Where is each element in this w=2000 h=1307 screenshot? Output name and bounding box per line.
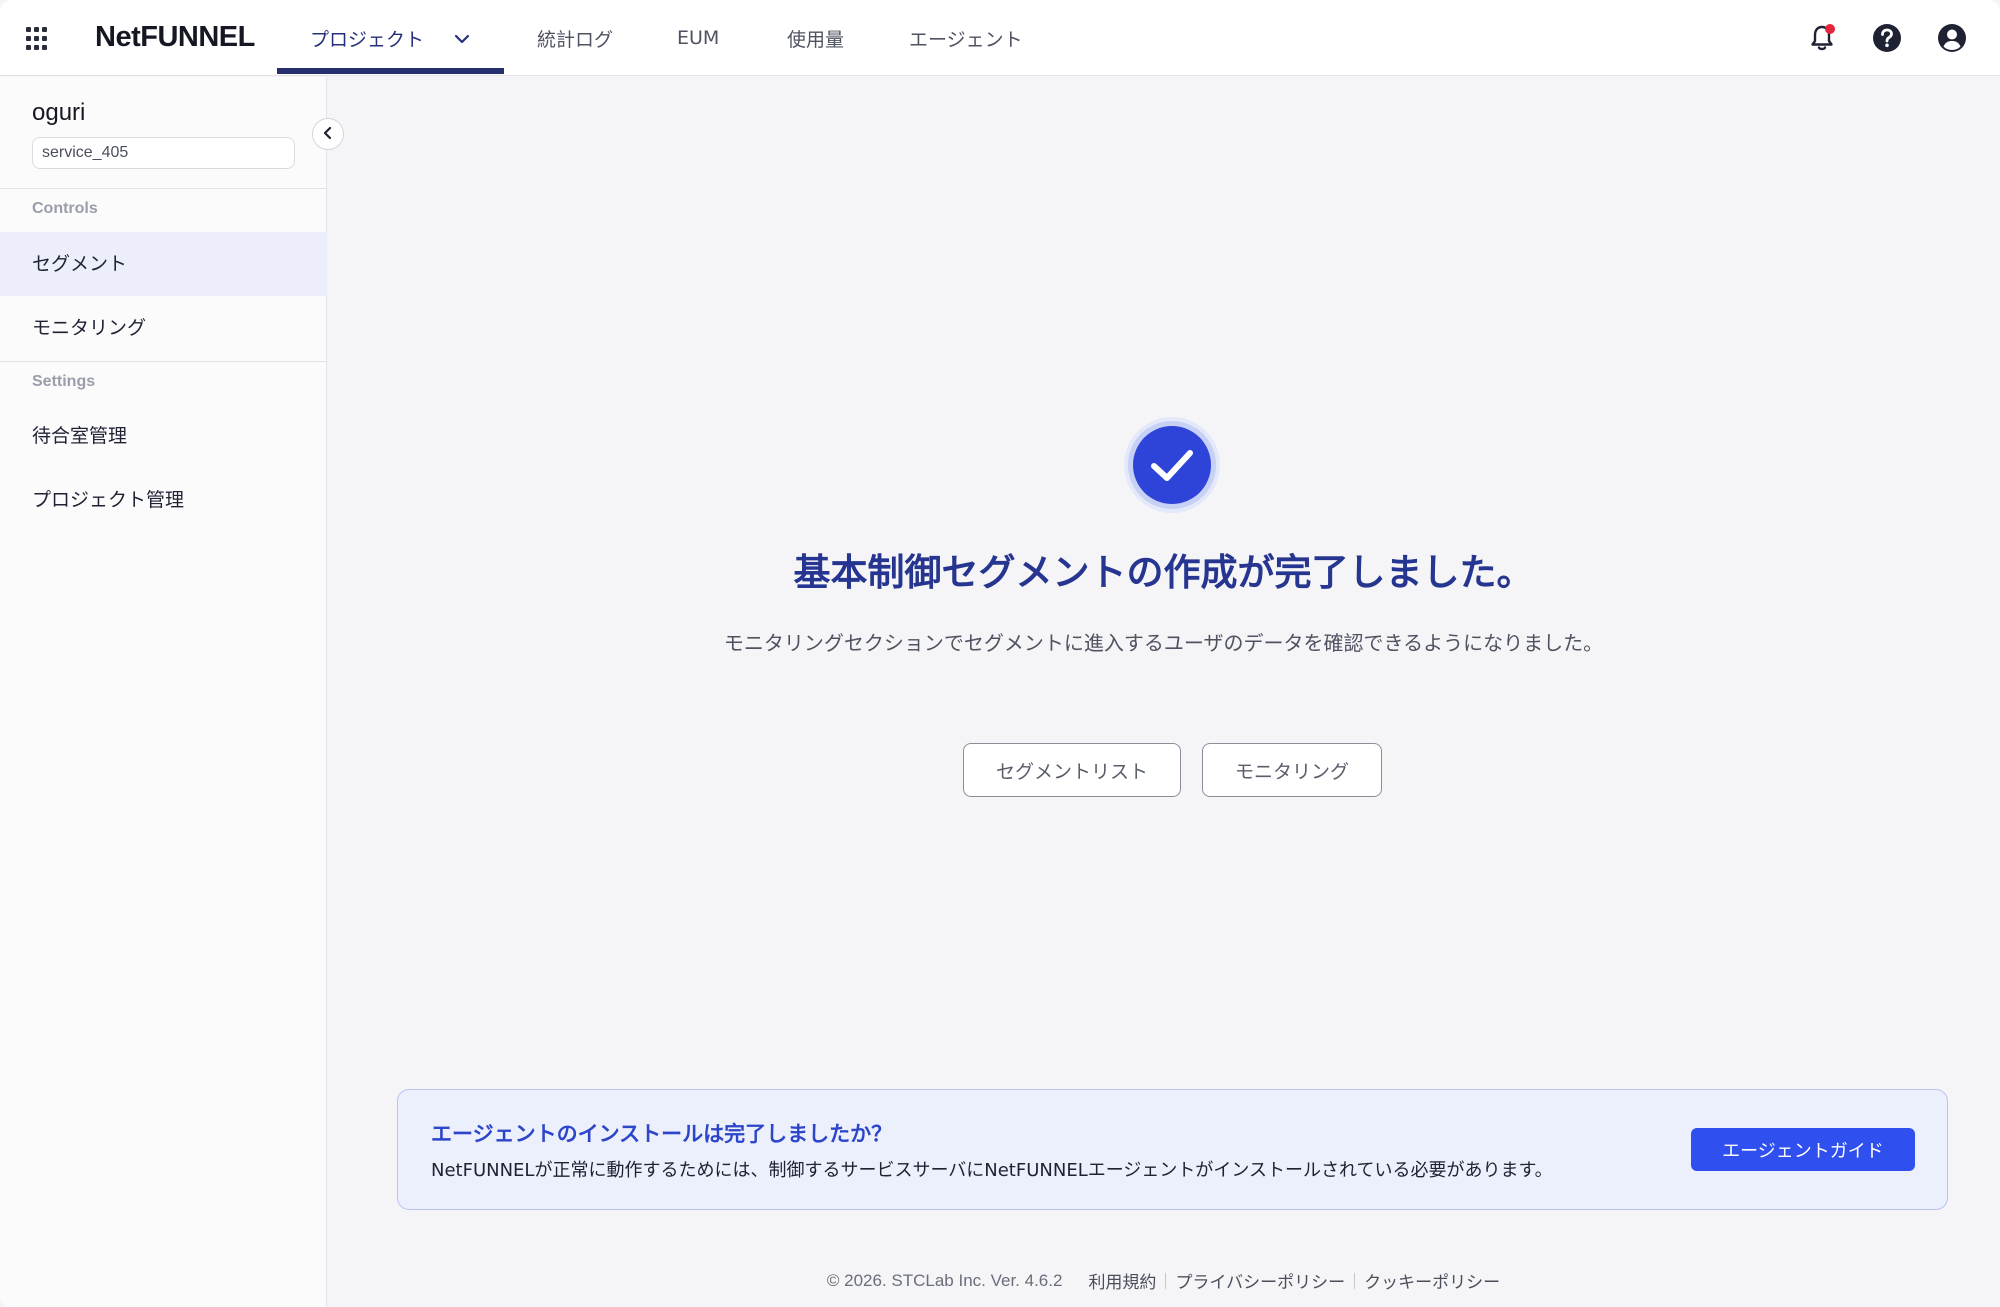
account-icon[interactable] (1936, 22, 1968, 54)
tab-agent[interactable]: エージェント (909, 0, 1023, 76)
sidebar-item-label: プロジェクト管理 (32, 489, 185, 511)
sidebar-item-segment[interactable]: セグメント (0, 232, 327, 296)
success-title: 基本制御セグメントの作成が完了しました。 (793, 551, 1534, 594)
help-icon[interactable] (1871, 22, 1903, 54)
tab-label: プロジェクト (310, 28, 425, 51)
apps-grid-icon[interactable] (26, 27, 50, 51)
sidebar-item-project-settings[interactable]: プロジェクト管理 (0, 468, 327, 532)
tab-project[interactable]: プロジェクト (310, 0, 470, 76)
section-title-controls: Controls (32, 200, 98, 217)
sidebar-item-monitoring[interactable]: モニタリング (0, 296, 327, 360)
active-tab-indicator (277, 68, 504, 74)
footer: © 2026. STCLab Inc. Ver. 4.6.2 利用規約 プライバ… (327, 1268, 2000, 1294)
logo[interactable]: NetFUNNEL (95, 21, 255, 54)
sidebar-collapse-button[interactable] (312, 118, 344, 150)
tab-label: EUM (677, 27, 720, 49)
sidebar-item-waiting-room[interactable]: 待合室管理 (0, 404, 327, 468)
tab-label: エージェント (909, 28, 1023, 51)
segment-list-button[interactable]: セグメントリスト (963, 743, 1181, 797)
divider (0, 188, 327, 189)
top-nav: NetFUNNEL プロジェクト 統計ログ EUM 使用量 エージェント (0, 0, 2000, 76)
tab-label: 使用量 (787, 28, 845, 51)
sidebar-item-label: 待合室管理 (32, 425, 128, 447)
tab-label: 統計ログ (537, 28, 614, 51)
notification-dot (1825, 24, 1835, 34)
section-title-settings: Settings (32, 373, 96, 390)
chevron-down-icon (454, 27, 470, 49)
agent-guide-button[interactable]: エージェントガイド (1691, 1128, 1915, 1171)
banner-text: NetFUNNELが正常に動作するためには、制御するサービスサーバにNetFUN… (431, 1160, 1553, 1181)
sidebar-item-label: モニタリング (32, 317, 147, 339)
divider (1165, 1272, 1167, 1289)
tab-usage[interactable]: 使用量 (787, 0, 844, 76)
tab-eum[interactable]: EUM (677, 0, 719, 76)
cookie-policy-link[interactable]: クッキーポリシー (1364, 1268, 1500, 1293)
success-check-icon (1122, 415, 1222, 515)
project-name: oguri (32, 99, 86, 126)
service-id-badge: service_405 (32, 137, 295, 169)
copyright: © 2026. STCLab Inc. Ver. 4.6.2 (826, 1270, 1063, 1290)
banner-title: エージェントのインストールは完了しましたか？ (431, 1122, 893, 1146)
sidebar-item-label: セグメント (32, 253, 128, 275)
sidebar: oguri service_405 Controls セグメント モニタリング … (0, 77, 327, 1307)
chevron-left-icon (322, 125, 334, 144)
app-window: NetFUNNEL プロジェクト 統計ログ EUM 使用量 エージェント ogu… (0, 0, 2000, 1307)
tab-stats-log[interactable]: 統計ログ (537, 0, 613, 76)
agent-install-banner: エージェントのインストールは完了しましたか？ NetFUNNELが正常に動作する… (397, 1089, 1948, 1210)
privacy-policy-link[interactable]: プライバシーポリシー (1175, 1268, 1345, 1293)
terms-link[interactable]: 利用規約 (1088, 1268, 1156, 1293)
success-description: モニタリングセクションでセグメントに進入するユーザのデータを確認できるようになり… (723, 631, 1604, 655)
divider (1354, 1272, 1356, 1289)
divider (0, 361, 327, 362)
monitoring-button[interactable]: モニタリング (1202, 743, 1382, 797)
